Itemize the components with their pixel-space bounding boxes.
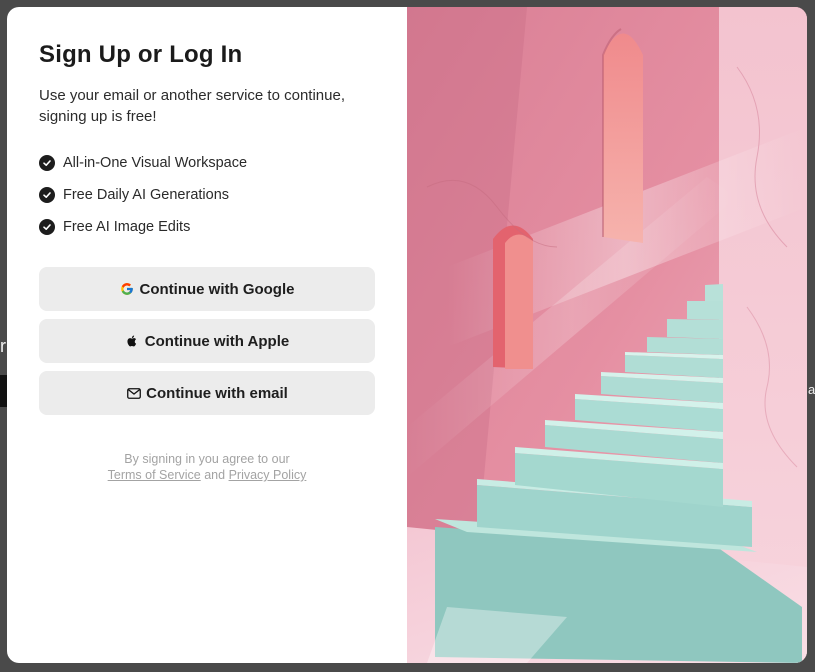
envelope-icon <box>126 386 141 401</box>
continue-with-google-button[interactable]: Continue with Google <box>39 267 375 311</box>
legal-prefix: By signing in you agree to our <box>124 452 290 466</box>
apple-button-label: Continue with Apple <box>144 332 290 350</box>
privacy-policy-link[interactable]: Privacy Policy <box>229 468 307 482</box>
feature-label: Free AI Image Edits <box>63 219 191 235</box>
apple-icon <box>125 334 140 349</box>
backdrop-text-fragment-right: a <box>808 382 815 397</box>
auth-panel: Sign Up or Log In Use your email or anot… <box>7 7 407 663</box>
continue-with-email-button[interactable]: Continue with email <box>39 371 375 415</box>
feature-list: All-in-One Visual Workspace Free Daily A… <box>39 147 375 243</box>
feature-label: Free Daily AI Generations <box>63 187 230 203</box>
email-button-label: Continue with email <box>146 384 288 402</box>
legal-notice: By signing in you agree to our Terms of … <box>39 451 375 483</box>
feature-item: Free Daily AI Generations <box>39 179 375 211</box>
modal-subtitle: Use your email or another service to con… <box>39 87 345 125</box>
google-icon <box>120 282 135 297</box>
google-button-label: Continue with Google <box>139 280 295 298</box>
continue-with-apple-button[interactable]: Continue with Apple <box>39 319 375 363</box>
terms-of-service-link[interactable]: Terms of Service <box>108 468 201 482</box>
feature-item: All-in-One Visual Workspace <box>39 147 375 179</box>
legal-and: and <box>204 468 226 482</box>
backdrop-button-fragment <box>0 375 7 407</box>
check-circle-icon <box>39 155 55 171</box>
feature-item: Free AI Image Edits <box>39 211 375 243</box>
check-circle-icon <box>39 187 55 203</box>
auth-modal: Sign Up or Log In Use your email or anot… <box>7 7 807 663</box>
pink-staircase-illustration <box>407 7 807 663</box>
hero-image <box>407 7 807 663</box>
modal-title: Sign Up or Log In <box>39 41 243 68</box>
feature-label: All-in-One Visual Workspace <box>63 155 248 171</box>
check-circle-icon <box>39 219 55 235</box>
backdrop-text-fragment-left: r <box>0 336 6 356</box>
auth-buttons: Continue with Google Continue with Apple… <box>39 267 375 415</box>
